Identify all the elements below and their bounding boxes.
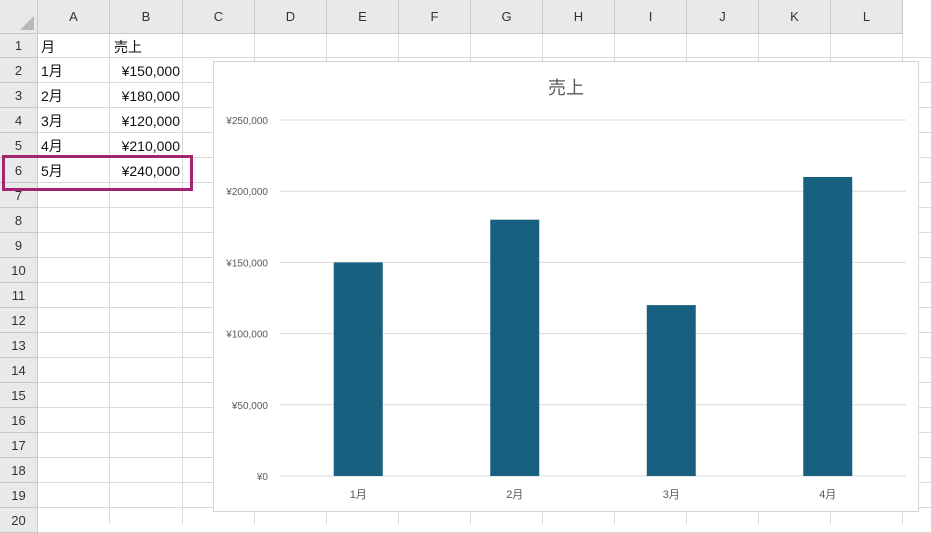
bar-1[interactable] bbox=[333, 262, 383, 476]
cell-A4[interactable]: 3月 bbox=[38, 109, 110, 134]
row-header-12[interactable]: 12 bbox=[0, 308, 38, 333]
column-header-h[interactable]: H bbox=[543, 0, 615, 34]
row-header-2[interactable]: 2 bbox=[0, 58, 38, 83]
row-header-13[interactable]: 13 bbox=[0, 333, 38, 358]
column-header-f[interactable]: F bbox=[399, 0, 471, 34]
y-tick-label: ¥250,000 bbox=[225, 116, 268, 127]
x-category-label: 3月 bbox=[663, 489, 680, 501]
bar-4[interactable] bbox=[803, 176, 853, 476]
column-header-k[interactable]: K bbox=[759, 0, 831, 34]
column-header-d[interactable]: D bbox=[255, 0, 327, 34]
cell-A2[interactable]: 1月 bbox=[38, 59, 110, 84]
cell-B1[interactable]: 売上 bbox=[111, 35, 183, 59]
row-header-9[interactable]: 9 bbox=[0, 233, 38, 258]
bar-3[interactable] bbox=[646, 305, 696, 476]
y-tick-label: ¥0 bbox=[256, 472, 269, 483]
row-header-1[interactable]: 1 bbox=[0, 34, 38, 58]
select-all-triangle-icon bbox=[20, 16, 34, 30]
row-header-17[interactable]: 17 bbox=[0, 433, 38, 458]
x-category-label: 1月 bbox=[350, 489, 367, 501]
row-header-10[interactable]: 10 bbox=[0, 258, 38, 283]
column-header-b[interactable]: B bbox=[110, 0, 183, 34]
select-all-corner[interactable] bbox=[0, 0, 38, 34]
spreadsheet-grid[interactable]: ABCDEFGHIJKL 1 2 3 4 5 6 7 8 9 10 11 12 13 14 15 16 17 18… bbox=[0, 0, 931, 533]
cell-B4[interactable]: ¥120,000 bbox=[111, 109, 183, 134]
column-header-l[interactable]: L bbox=[831, 0, 903, 34]
y-tick-label: ¥200,000 bbox=[225, 187, 268, 198]
row-header-11[interactable]: 11 bbox=[0, 283, 38, 308]
y-tick-label: ¥100,000 bbox=[225, 330, 268, 341]
row-header-14[interactable]: 14 bbox=[0, 358, 38, 383]
sales-bar-chart[interactable]: 売上 ¥0 ¥50,000 ¥100,000 ¥150,000 ¥200,000 ¥250… bbox=[213, 61, 919, 512]
cell-A1[interactable]: 月 bbox=[38, 35, 110, 59]
x-category-label: 2月 bbox=[506, 489, 523, 501]
column-header-g[interactable]: G bbox=[471, 0, 543, 34]
cell-A3[interactable]: 2月 bbox=[38, 84, 110, 109]
row-header-3[interactable]: 3 bbox=[0, 83, 38, 108]
row-header-20[interactable]: 20 bbox=[0, 508, 38, 533]
row-header-18[interactable]: 18 bbox=[0, 458, 38, 483]
row-6-highlight-box bbox=[2, 155, 193, 191]
column-header-c[interactable]: C bbox=[183, 0, 255, 34]
row-header-8[interactable]: 8 bbox=[0, 208, 38, 233]
column-header-e[interactable]: E bbox=[327, 0, 399, 34]
chart-title: 売上 bbox=[548, 78, 584, 98]
y-tick-label: ¥150,000 bbox=[225, 258, 268, 269]
row-header-16[interactable]: 16 bbox=[0, 408, 38, 433]
row-header-4[interactable]: 4 bbox=[0, 108, 38, 133]
x-category-label: 4月 bbox=[819, 489, 836, 501]
column-header-a[interactable]: A bbox=[38, 0, 110, 34]
row-header-15[interactable]: 15 bbox=[0, 383, 38, 408]
column-header-i[interactable]: I bbox=[615, 0, 687, 34]
cell-B3[interactable]: ¥180,000 bbox=[111, 84, 183, 109]
column-header-j[interactable]: J bbox=[687, 0, 759, 34]
bar-2[interactable] bbox=[490, 219, 540, 476]
cell-B2[interactable]: ¥150,000 bbox=[111, 59, 183, 84]
chart-canvas: 売上 ¥0 ¥50,000 ¥100,000 ¥150,000 ¥200,000 ¥250… bbox=[225, 78, 906, 501]
y-tick-label: ¥50,000 bbox=[231, 401, 269, 412]
row-header-19[interactable]: 19 bbox=[0, 483, 38, 508]
